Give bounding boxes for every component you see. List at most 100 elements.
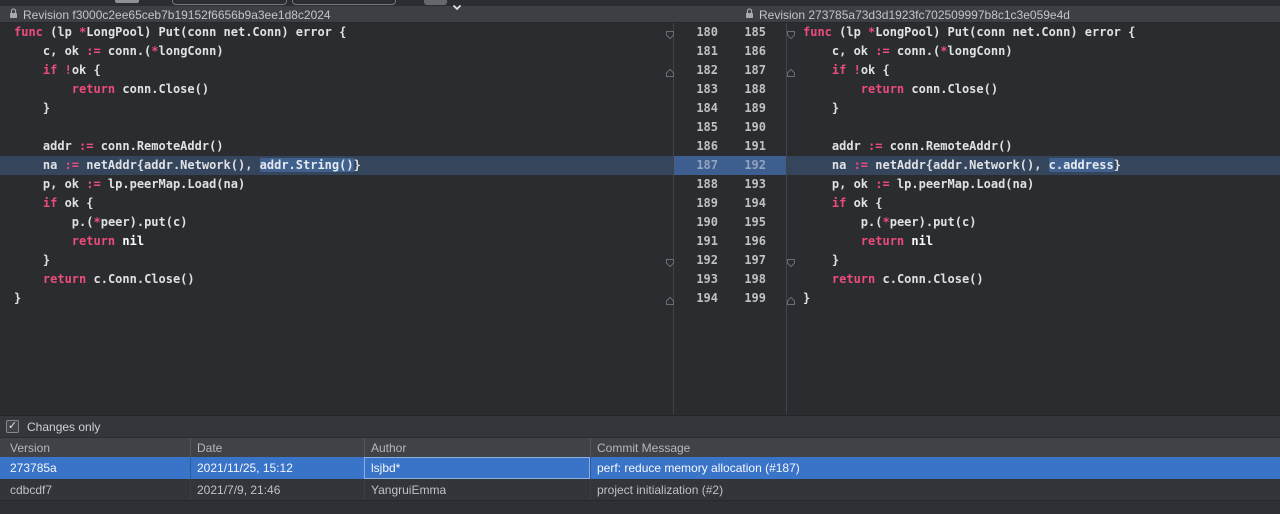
code-token: conn.RemoteAddr() xyxy=(93,139,223,153)
code-line[interactable]: } xyxy=(0,99,673,118)
code-line[interactable]: if !ok { xyxy=(787,61,1280,80)
code-token: addr xyxy=(14,139,79,153)
cell-author: YangruiEmma xyxy=(371,479,446,500)
code-token: * xyxy=(882,215,889,229)
line-number-old: 187 xyxy=(676,156,718,175)
code-line[interactable] xyxy=(0,118,673,137)
code-token: := xyxy=(875,177,889,191)
code-token: addr xyxy=(803,139,868,153)
code-token xyxy=(14,234,72,248)
line-number-old: 193 xyxy=(676,270,718,289)
code-token: netAddr{addr.Network(), xyxy=(79,158,260,172)
code-line[interactable] xyxy=(787,118,1280,137)
code-line[interactable]: c, ok := conn.(*longConn) xyxy=(0,42,673,61)
code-token: if xyxy=(43,196,57,210)
code-line[interactable]: } xyxy=(0,251,673,270)
code-line[interactable]: return conn.Close() xyxy=(787,80,1280,99)
gutter-row: 180 185 xyxy=(674,23,786,42)
code-token: ok { xyxy=(72,63,101,77)
code-line[interactable]: } xyxy=(0,289,673,308)
code-line[interactable]: } xyxy=(787,251,1280,270)
fold-start-icon[interactable] xyxy=(665,255,675,265)
toolbar-button-fragment[interactable] xyxy=(424,0,447,5)
code-token: } xyxy=(14,291,21,305)
code-line[interactable]: p.(*peer).put(c) xyxy=(0,213,673,232)
code-line[interactable]: func (lp *LongPool) Put(conn net.Conn) e… xyxy=(0,23,673,42)
fold-start-icon[interactable] xyxy=(665,27,675,37)
code-line[interactable]: } xyxy=(787,99,1280,118)
code-token: longConn) xyxy=(159,44,224,58)
code-token: c.Conn.Close() xyxy=(86,272,194,286)
code-token: LongPool) Put(conn net.Conn) error { xyxy=(875,25,1135,39)
changes-only-checkbox[interactable]: ✓ xyxy=(6,420,19,433)
chevron-down-icon[interactable] xyxy=(452,0,462,16)
lock-icon xyxy=(745,8,754,22)
column-header-author[interactable]: Author xyxy=(371,438,406,458)
code-token: } xyxy=(14,253,50,267)
code-line[interactable]: if ok { xyxy=(787,194,1280,213)
code-line[interactable]: if ok { xyxy=(0,194,673,213)
code-line[interactable]: c, ok := conn.(*longConn) xyxy=(787,42,1280,61)
column-separator[interactable] xyxy=(190,438,191,458)
code-token: lp.peerMap.Load(na) xyxy=(101,177,246,191)
line-number-old: 180 xyxy=(676,23,718,42)
toolbar-fragment xyxy=(0,0,1280,6)
toolbar-field-fragment[interactable] xyxy=(172,0,287,5)
code-line[interactable]: return conn.Close() xyxy=(0,80,673,99)
code-line[interactable]: if !ok { xyxy=(0,61,673,80)
code-line[interactable]: return c.Conn.Close() xyxy=(787,270,1280,289)
line-number-new: 193 xyxy=(724,175,766,194)
code-token: := xyxy=(875,44,889,58)
fold-end-icon[interactable] xyxy=(665,293,675,303)
table-row[interactable]: cdbcdf72021/7/9, 21:46YangruiEmmaproject… xyxy=(0,479,1280,500)
code-line[interactable]: na := netAddr{addr.Network(), addr.Strin… xyxy=(0,156,673,175)
code-line[interactable]: return nil xyxy=(0,232,673,251)
line-number-old: 194 xyxy=(676,289,718,308)
code-token: c, ok xyxy=(803,44,875,58)
code-token: p, ok xyxy=(803,177,875,191)
code-token: return xyxy=(72,82,115,96)
code-line[interactable]: na := netAddr{addr.Network(), c.address} xyxy=(787,156,1280,175)
code-token: := xyxy=(79,139,93,153)
code-line[interactable]: p.(*peer).put(c) xyxy=(787,213,1280,232)
code-token: peer).put(c) xyxy=(890,215,977,229)
column-separator[interactable] xyxy=(364,438,365,458)
code-line[interactable]: return nil xyxy=(787,232,1280,251)
column-separator[interactable] xyxy=(590,438,591,458)
gutter-row: 190195 xyxy=(674,213,786,232)
code-token xyxy=(803,196,832,210)
line-number-new: 185 xyxy=(724,23,766,42)
code-line[interactable]: addr := conn.RemoteAddr() xyxy=(0,137,673,156)
code-line[interactable]: p, ok := lp.peerMap.Load(na) xyxy=(787,175,1280,194)
lock-icon xyxy=(9,8,18,22)
code-line[interactable]: func (lp *LongPool) Put(conn net.Conn) e… xyxy=(787,23,1280,42)
toolbar-field-fragment[interactable] xyxy=(292,0,396,5)
column-header-commit-message[interactable]: Commit Message xyxy=(597,438,690,458)
left-code-pane[interactable]: func (lp *LongPool) Put(conn net.Conn) e… xyxy=(0,23,673,308)
right-code-pane[interactable]: func (lp *LongPool) Put(conn net.Conn) e… xyxy=(787,23,1280,308)
fold-end-icon[interactable] xyxy=(665,65,675,75)
cell-version: 273785a xyxy=(10,457,57,479)
code-line[interactable]: return c.Conn.Close() xyxy=(0,270,673,289)
gutter-row: 191196 xyxy=(674,232,786,251)
cell-date: 2021/7/9, 21:46 xyxy=(197,479,280,500)
column-header-version[interactable]: Version xyxy=(10,438,50,458)
column-header-date[interactable]: Date xyxy=(197,438,222,458)
line-number-old: 183 xyxy=(676,80,718,99)
code-token: * xyxy=(151,44,158,58)
code-token: (lp xyxy=(832,25,868,39)
code-line[interactable]: addr := conn.RemoteAddr() xyxy=(787,137,1280,156)
code-token: return xyxy=(832,272,875,286)
table-row[interactable]: 273785a2021/11/25, 15:12lsjbd*perf: redu… xyxy=(0,457,1280,479)
code-token: return xyxy=(861,234,904,248)
toolbar-control-fragment[interactable] xyxy=(115,0,139,3)
code-token: } xyxy=(803,291,810,305)
code-token xyxy=(57,63,64,77)
diff-dialog: Revision f3000c2ee65ceb7b19152f6656b9a3e… xyxy=(0,0,1280,514)
code-line[interactable]: p, ok := lp.peerMap.Load(na) xyxy=(0,175,673,194)
code-token: c, ok xyxy=(14,44,86,58)
gutter-row: 184189 xyxy=(674,99,786,118)
code-token: ! xyxy=(854,63,861,77)
code-line[interactable]: } xyxy=(787,289,1280,308)
right-revision-title: Revision 273785a73d3d1923fc702509997b8c1… xyxy=(745,6,1070,23)
